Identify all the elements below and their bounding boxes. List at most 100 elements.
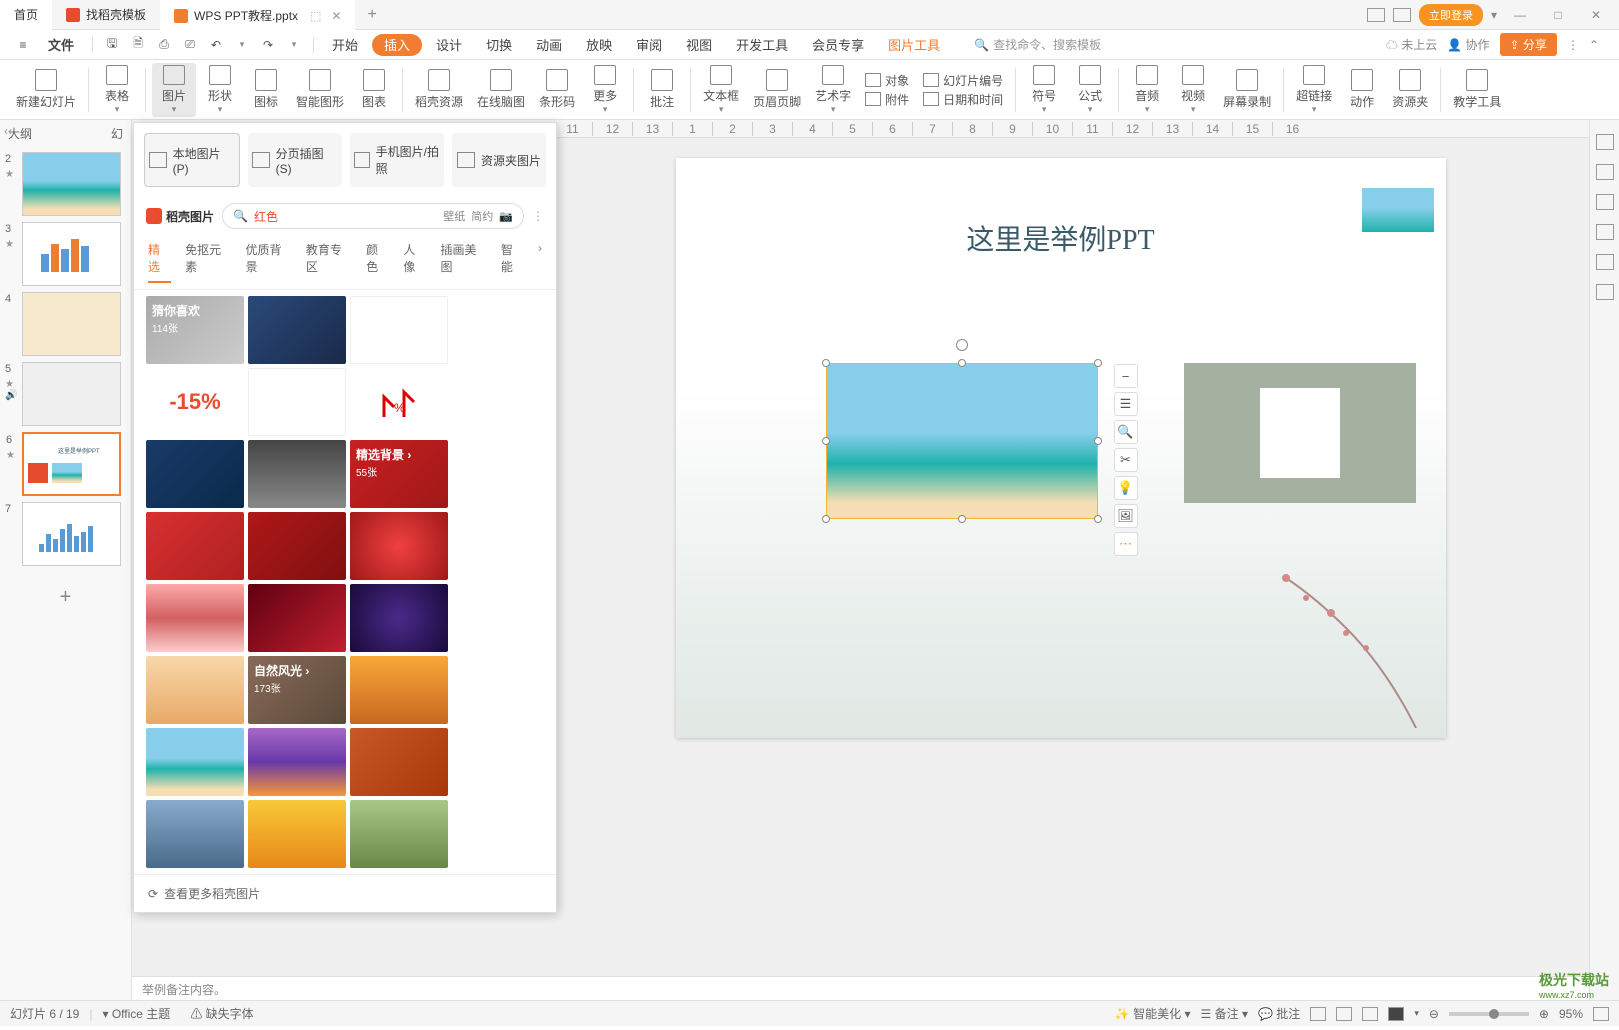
image-thumb[interactable] [146,512,244,580]
view-reading-icon[interactable] [1362,1007,1378,1021]
rib-table[interactable]: 表格▾ [95,63,139,117]
tab-transition[interactable]: 切换 [476,30,522,60]
rib-equation[interactable]: 公式▾ [1068,63,1112,117]
rib-comment[interactable]: 批注 [640,63,684,117]
cat-illustration[interactable]: 插画美图 [441,241,487,283]
image-search-input[interactable] [254,209,437,223]
image-thumb[interactable] [248,728,346,796]
float-crop-icon[interactable]: ✂ [1114,448,1138,472]
float-zoom-out[interactable]: − [1114,364,1138,388]
rib-teaching[interactable]: 教学工具 [1447,63,1507,117]
cat-background[interactable]: 优质背景 [246,241,292,283]
rib-action[interactable]: 动作 [1340,63,1384,117]
file-menu[interactable]: 文件 [38,30,84,60]
slideshow-dropdown[interactable]: ▾ [1414,1008,1419,1019]
sidebar-docer-icon[interactable] [1596,134,1614,150]
tab-dropdown-icon[interactable]: ⬚ [310,9,321,23]
btn-paged-insert[interactable]: 分页插图(S) [248,133,342,187]
rib-symbol[interactable]: 符号▾ [1022,63,1066,117]
zoom-in-button[interactable]: ⊕ [1539,1007,1549,1021]
rib-datetime[interactable]: 日期和时间 [923,91,1003,108]
resize-handle-br[interactable] [1094,515,1102,523]
tab-home[interactable]: 首页 [0,0,52,30]
image-thumb[interactable] [248,296,346,364]
image-thumb[interactable] [146,800,244,868]
rib-textbox[interactable]: 文本框▾ [697,63,745,117]
rib-wordart[interactable]: 艺术字▾ [809,63,857,117]
new-tab-button[interactable]: + [355,6,388,24]
status-missing-font[interactable]: ⚠ 缺失字体 [190,1005,253,1022]
tab-insert[interactable]: 插入 [372,34,422,56]
fit-window-icon[interactable] [1593,1007,1609,1021]
resize-handle-tl[interactable] [822,359,830,367]
zoom-slider-thumb[interactable] [1489,1009,1499,1019]
image-thumb[interactable] [146,728,244,796]
redo-dropdown-icon[interactable]: ▾ [283,34,305,56]
sidebar-animation-icon[interactable] [1596,224,1614,240]
view-sorter-icon[interactable] [1336,1007,1352,1021]
undo-dropdown-icon[interactable]: ▾ [231,34,253,56]
sidebar-select-icon[interactable] [1596,194,1614,210]
tab-design[interactable]: 设计 [426,30,472,60]
rib-resource[interactable]: 资源夹 [1386,63,1434,117]
cat-portrait[interactable]: 人像 [403,241,426,283]
image-thumb[interactable] [248,440,346,508]
zoom-level[interactable]: 95% [1559,1007,1583,1021]
hamburger-icon[interactable]: ≡ [12,34,34,56]
rib-smartart[interactable]: 智能图形 [290,63,350,117]
collapse-panel-icon[interactable]: ‹‹ [4,124,12,138]
image-thumb[interactable] [350,728,448,796]
save-as-icon[interactable]: 🗎 [127,34,149,56]
cat-education[interactable]: 教育专区 [306,241,352,283]
tab-slideshow[interactable]: 放映 [576,30,622,60]
thumbnail-slide-3[interactable]: 3★ [22,222,121,286]
rib-audio[interactable]: 音频▾ [1125,63,1169,117]
selected-image[interactable] [826,363,1098,519]
login-button[interactable]: 立即登录 [1419,4,1483,26]
tab-devtools[interactable]: 开发工具 [726,30,798,60]
thumbnail-slide-2[interactable]: 2★ [22,152,121,216]
resize-handle-lm[interactable] [822,437,830,445]
tab-animation[interactable]: 动画 [526,30,572,60]
dropdown-more-icon[interactable]: ⋮ [532,209,544,223]
tab-member[interactable]: 会员专享 [802,30,874,60]
tab-start[interactable]: 开始 [322,30,368,60]
filter-wallpaper[interactable]: 壁纸 [443,208,465,224]
float-save-icon[interactable]: 🖼 [1114,504,1138,528]
undo-icon[interactable]: ↶ [205,34,227,56]
float-zoom-icon[interactable]: 🔍 [1114,420,1138,444]
image-thumb[interactable] [350,656,448,724]
status-theme[interactable]: ▾ Office 主题 [102,1005,170,1022]
user-dropdown-icon[interactable]: ▾ [1491,8,1497,22]
rib-picture[interactable]: 图片▾ [152,63,196,117]
rib-barcode[interactable]: 条形码 [533,63,581,117]
sidebar-property-icon[interactable] [1596,284,1614,300]
tab-slides[interactable]: 幻 [111,125,123,142]
minimize-button[interactable]: — [1505,8,1535,22]
image-thumb[interactable] [248,368,346,436]
collab-button[interactable]: 👤 协作 [1447,36,1489,53]
layout-icon[interactable] [1367,8,1385,22]
rib-docer[interactable]: 稻壳资源 [409,63,469,117]
close-icon[interactable]: ✕ [331,9,341,23]
slide-title-text[interactable]: 这里是举例PPT [966,218,1154,258]
rib-object[interactable]: 对象 [865,72,909,89]
rotate-handle[interactable] [956,339,968,351]
maximize-button[interactable]: □ [1543,8,1573,22]
image-thumb[interactable] [146,656,244,724]
image-thumb[interactable] [248,584,346,652]
print-icon[interactable]: ⎙ [153,34,175,56]
float-idea-icon[interactable]: 💡 [1114,476,1138,500]
collapse-ribbon-icon[interactable]: ⌃ [1589,38,1599,52]
rib-attachment[interactable]: 附件 [865,91,909,108]
rib-header-footer[interactable]: 页眉页脚 [747,63,807,117]
close-window-button[interactable]: ✕ [1581,8,1611,22]
image-thumb[interactable] [248,512,346,580]
resize-handle-tm[interactable] [958,359,966,367]
camera-icon[interactable]: 📷 [499,210,513,223]
image-thumb[interactable] [146,440,244,508]
rib-shape[interactable]: 形状▾ [198,63,242,117]
slide-placeholder-shape[interactable] [1184,363,1416,503]
status-notes[interactable]: ☰ 备注 ▾ [1201,1005,1248,1022]
command-search[interactable]: 🔍 查找命令、搜索模板 [974,36,1101,53]
